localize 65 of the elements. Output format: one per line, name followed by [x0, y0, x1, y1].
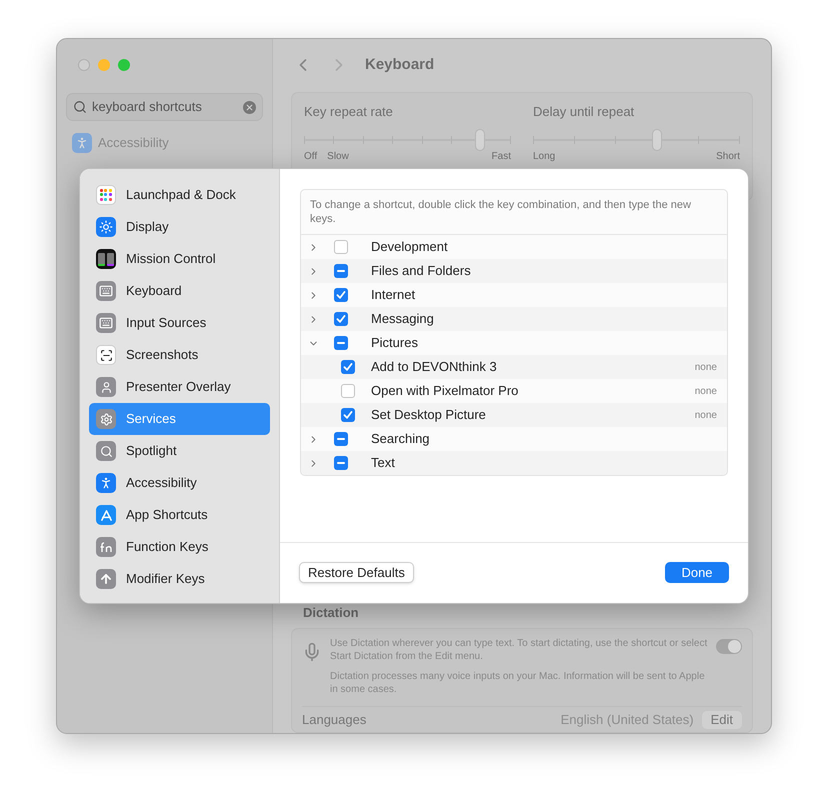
function-key-icon	[96, 537, 116, 557]
arrow-up-icon	[96, 569, 116, 589]
sidebar-item[interactable]: Input Sources	[89, 307, 270, 339]
sidebar-item[interactable]: Presenter Overlay	[89, 371, 270, 403]
service-category: Pictures	[371, 334, 418, 352]
service-name: Open with Pixelmator Pro	[371, 382, 520, 400]
search-icon	[96, 441, 116, 461]
checkbox[interactable]	[334, 240, 348, 254]
checkbox[interactable]	[334, 264, 348, 278]
service-category: Internet	[371, 286, 416, 304]
slider-min-label: Long	[533, 150, 556, 164]
search-field[interactable]: keyboard shortcuts	[66, 93, 263, 121]
checkbox[interactable]	[341, 408, 355, 422]
service-name: Add to DEVONthink 3	[371, 358, 498, 376]
languages-label: Languages	[302, 710, 366, 729]
accessibility-icon	[72, 133, 92, 153]
sidebar-item[interactable]: Display	[89, 211, 270, 243]
sidebar-item[interactable]: App Shortcuts	[89, 499, 270, 531]
slider-min-label: Off	[304, 150, 318, 164]
sidebar-item[interactable]: Keyboard	[89, 275, 270, 307]
keyboard-icon	[96, 281, 116, 301]
service-category: Files and Folders	[371, 262, 471, 280]
clear-icon[interactable]	[243, 100, 256, 114]
sidebar-item[interactable]: Accessibility	[89, 467, 270, 499]
search-icon	[73, 100, 87, 114]
slider-max-label: Fast	[492, 150, 511, 164]
checkbox[interactable]	[341, 360, 355, 374]
slider-thumb[interactable]	[474, 129, 485, 151]
service-category: Development	[371, 238, 448, 256]
person-icon	[96, 377, 116, 397]
sun-icon	[96, 217, 116, 237]
checkbox[interactable]	[341, 384, 355, 398]
checkbox[interactable]	[334, 456, 348, 470]
slider-label: Key repeat rate	[304, 102, 394, 121]
checkbox[interactable]	[334, 432, 348, 446]
dictation-toggle[interactable]	[716, 639, 742, 654]
windows-icon	[96, 249, 116, 269]
dictation-note: Dictation processes many voice inputs on your Mac. Information will be sent to Apple in some cases.	[330, 670, 706, 696]
app-store-icon	[96, 505, 116, 525]
sidebar-item[interactable]: Spotlight	[89, 435, 270, 467]
slider-thumb[interactable]	[652, 129, 662, 151]
slider-max-label: Short	[716, 150, 740, 164]
dictation-description: Use Dictation wherever you can type text. To start dictating, use the shortcut or select Start Dictation from the Edit menu.	[330, 637, 708, 663]
screenshot-icon	[96, 345, 116, 365]
sidebar-item[interactable]: Modifier Keys	[89, 563, 270, 595]
checkmark-icon	[343, 410, 353, 420]
service-name: Set Desktop Picture	[371, 406, 487, 424]
section-title: Dictation	[303, 604, 360, 622]
slider-label: Delay until repeat	[533, 102, 636, 121]
sidebar-item[interactable]: Screenshots	[89, 339, 270, 371]
checkmark-icon	[343, 362, 353, 372]
sidebar-item[interactable]: Function Keys	[89, 531, 270, 563]
checkbox[interactable]	[334, 336, 348, 350]
service-category: Searching	[371, 430, 430, 448]
sidebar-item[interactable]: Mission Control	[89, 243, 270, 275]
keyboard-icon	[96, 313, 116, 333]
app-grid-icon	[96, 185, 116, 205]
restore-defaults-button[interactable]: Restore Defaults	[299, 562, 414, 583]
done-button[interactable]: Done	[665, 562, 729, 583]
service-category: Messaging	[371, 310, 434, 328]
accessibility-icon	[96, 473, 116, 493]
window-title: Keyboard	[365, 54, 434, 74]
sidebar-item[interactable]: Launchpad & Dock	[89, 179, 270, 211]
slider-min-label: Slow	[327, 150, 349, 164]
service-category: Text	[371, 454, 395, 472]
